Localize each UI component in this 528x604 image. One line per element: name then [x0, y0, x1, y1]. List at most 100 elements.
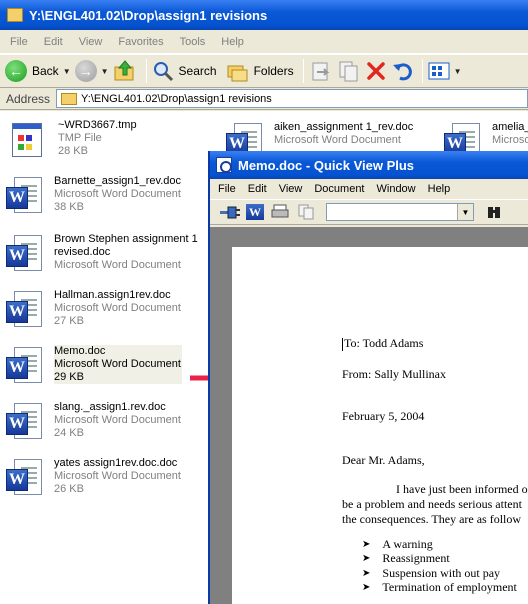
memo-date: February 5, 2004 [342, 409, 425, 423]
quickview-select[interactable]: ▼ [326, 203, 474, 221]
file-item[interactable]: W slang._assign1.rev.doc Microsoft Word … [6, 401, 181, 443]
file-name: aiken_assignment 1_rev.doc [274, 121, 414, 133]
up-folder-button[interactable] [113, 57, 137, 85]
copy-to-button[interactable] [337, 57, 361, 85]
explorer-titlebar[interactable]: Y:\ENGL401.02\Drop\assign1 revisions [0, 0, 528, 30]
file-type: Microsoft Word Document [54, 302, 181, 314]
arrow-bullet-icon: ➤ [362, 538, 371, 550]
views-button[interactable]: ▼ [428, 57, 462, 85]
chevron-down-icon[interactable]: ▼ [457, 204, 473, 220]
document-page: To: Todd Adams From: Sally Mullinax Febr… [232, 247, 528, 604]
back-arrow-icon: ← [5, 60, 27, 82]
file-name: yates assign1rev.doc.doc [54, 457, 178, 469]
word-doc-icon: W [6, 457, 44, 499]
up-folder-icon [114, 60, 134, 81]
list-item: ➤ A warning [362, 536, 433, 551]
menu-tools[interactable]: Tools [170, 36, 212, 48]
folder-icon [61, 92, 78, 105]
file-name: Brown Stephen assignment 1 [54, 233, 198, 245]
qv-menu-help[interactable]: Help [420, 183, 455, 195]
arrow-bullet-icon: ➤ [362, 582, 371, 594]
chevron-down-icon[interactable]: ▼ [454, 67, 462, 76]
search-button[interactable]: Search [152, 57, 217, 85]
tmp-file-icon [10, 119, 48, 161]
file-type: Microsoft Word Document [274, 134, 401, 146]
menu-file[interactable]: File [0, 36, 34, 48]
qv-menu-file[interactable]: File [210, 183, 240, 195]
forward-button[interactable]: → ▼ [74, 57, 109, 85]
file-item[interactable]: W Hallman.assign1rev.doc Microsoft Word … [6, 289, 181, 331]
quickview-menubar: File Edit View Document Window Help [210, 179, 528, 199]
folders-label: Folders [253, 64, 294, 78]
file-size: 24 KB [54, 427, 84, 439]
word-doc-icon: W [6, 401, 44, 443]
quickview-title: Memo.doc - Quick View Plus [238, 157, 415, 173]
address-value: Y:\ENGL401.02\Drop\assign1 revisions [81, 92, 272, 105]
file-type: TMP File [58, 132, 102, 144]
open-in-word-icon[interactable]: W [246, 204, 264, 220]
file-item[interactable]: W Barnette_assign1_rev.doc Microsoft Wor… [6, 175, 181, 217]
undo-icon [392, 63, 412, 81]
binoculars-icon[interactable] [484, 203, 504, 221]
back-label: Back [32, 64, 59, 78]
toolbar-divider [145, 59, 147, 83]
file-name: ~WRD3667.tmp [58, 119, 137, 131]
file-item-selected[interactable]: W Memo.doc Microsoft Word Document 29 KB [6, 345, 182, 387]
qv-menu-view[interactable]: View [271, 183, 307, 195]
delete-x-icon [366, 62, 385, 80]
document-viewer: To: Todd Adams From: Sally Mullinax Febr… [210, 227, 528, 604]
quickview-titlebar[interactable]: Memo.doc - Quick View Plus [210, 151, 528, 179]
folder-icon [7, 8, 23, 22]
undo-button[interactable] [391, 57, 413, 85]
file-size: 38 KB [54, 201, 84, 213]
file-item[interactable]: W yates assign1rev.doc.doc Microsoft Wor… [6, 457, 181, 499]
address-label: Address [6, 91, 51, 106]
list-item: ➤ Termination of employment [362, 580, 517, 595]
folders-button[interactable]: Folders [227, 57, 294, 85]
file-type: Microsoft Word Document [54, 259, 181, 271]
menu-edit[interactable]: Edit [34, 36, 69, 48]
arrow-bullet-icon: ➤ [362, 567, 371, 579]
file-size: 29 KB [54, 371, 84, 383]
memo-from-line: From: Sally Mullinax [342, 367, 447, 381]
chevron-down-icon[interactable]: ▼ [63, 67, 71, 76]
arrow-bullet-icon: ➤ [362, 553, 371, 565]
word-doc-icon: W [6, 345, 44, 387]
file-size: 28 KB [58, 145, 88, 157]
file-type: Microsoft Word Document [54, 188, 181, 200]
back-button[interactable]: ← Back ▼ [5, 57, 71, 85]
menu-help[interactable]: Help [211, 36, 250, 48]
print-icon[interactable] [270, 203, 290, 221]
qv-menu-document[interactable]: Document [306, 183, 368, 195]
file-name-line2: revised.doc [54, 246, 111, 258]
toolbar-divider [421, 59, 423, 83]
address-input[interactable]: Y:\ENGL401.02\Drop\assign1 revisions [56, 89, 528, 108]
memo-body-line: be a problem and needs serious attent [342, 497, 522, 511]
memo-salutation: Dear Mr. Adams, [342, 453, 425, 467]
menu-favorites[interactable]: Favorites [108, 36, 169, 48]
plug-icon[interactable] [220, 203, 240, 221]
memo-to-line: To: Todd Adams [342, 336, 424, 351]
address-bar: Address Y:\ENGL401.02\Drop\assign1 revis… [0, 88, 528, 110]
chevron-down-icon[interactable]: ▼ [101, 67, 109, 76]
file-name: Barnette_assign1_rev.doc [54, 175, 181, 187]
file-type: Microsoft [492, 134, 528, 146]
file-item[interactable]: W Brown Stephen assignment 1 revised.doc… [6, 233, 198, 275]
file-type: Microsoft Word Document [54, 414, 181, 426]
qv-menu-window[interactable]: Window [369, 183, 420, 195]
folders-icon [227, 65, 248, 82]
qv-menu-edit[interactable]: Edit [240, 183, 271, 195]
explorer-menubar: File Edit View Favorites Tools Help [0, 30, 528, 54]
file-item[interactable]: ~WRD3667.tmp TMP File 28 KB [10, 119, 137, 161]
quickview-toolbar: W ▼ [210, 199, 528, 225]
move-to-button[interactable] [309, 57, 333, 85]
delete-button[interactable] [365, 57, 387, 85]
quickview-window: Memo.doc - Quick View Plus File Edit Vie… [208, 151, 528, 604]
copy-icon[interactable] [296, 203, 316, 221]
menu-view[interactable]: View [69, 36, 109, 48]
move-to-icon [312, 62, 329, 81]
explorer-toolbar: ← Back ▼ → ▼ Search Folders ▼ [0, 54, 528, 88]
memo-bullet-list: ➤ A warning ➤ Reassignment ➤ Suspension wit… [362, 537, 517, 595]
word-doc-icon: W [6, 289, 44, 331]
memo-body-line: I have just been informed of [396, 482, 528, 496]
